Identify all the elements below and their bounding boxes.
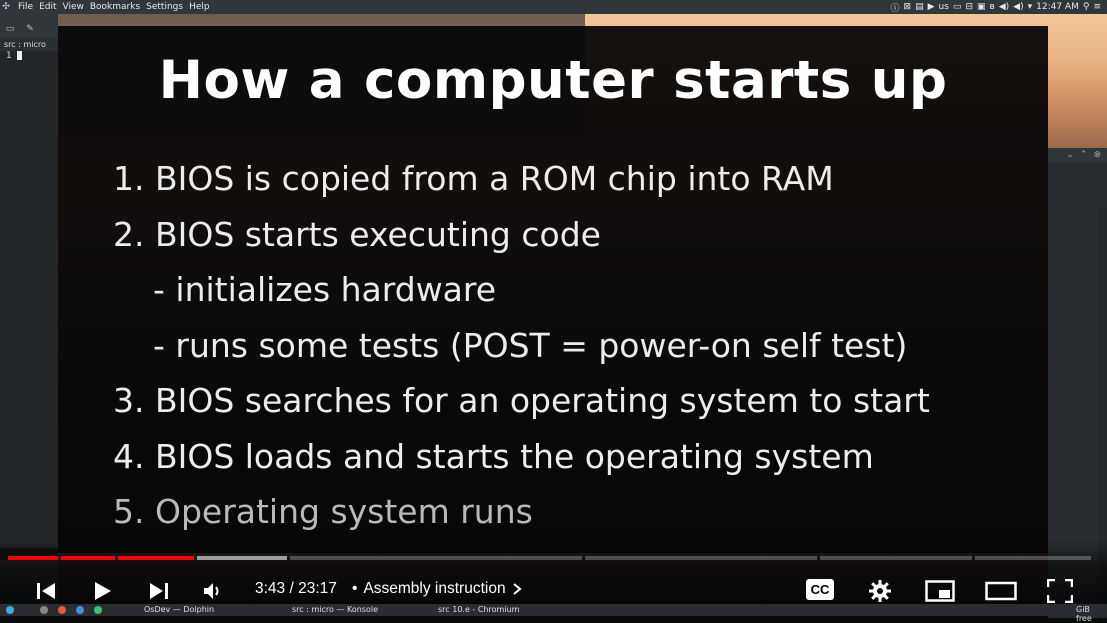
new-tab-icon[interactable]: ▭ xyxy=(0,24,20,38)
line-number: 1 xyxy=(6,51,12,61)
fullscreen-icon xyxy=(1047,579,1073,603)
progress-bar[interactable] xyxy=(8,556,1091,560)
menu-edit[interactable]: Edit xyxy=(39,2,56,12)
slide-subitem: - runs some tests (POST = power-on self … xyxy=(153,325,908,365)
time-separator: / xyxy=(289,580,294,597)
chevron-right-icon xyxy=(512,583,522,595)
settings-button[interactable] xyxy=(866,577,894,605)
gear-icon xyxy=(869,580,891,602)
slide-item: 4. BIOS loads and starts the operating s… xyxy=(113,436,874,476)
chapter-segment[interactable] xyxy=(585,556,817,560)
lock-icon[interactable]: ▣ xyxy=(977,2,986,12)
chapter-segment[interactable] xyxy=(61,556,115,560)
slide-item: 2. BIOS starts executing code xyxy=(113,214,601,254)
captions-button[interactable]: CC xyxy=(806,579,834,600)
chapter-bullet: • xyxy=(352,580,358,597)
chapter-segment[interactable] xyxy=(820,556,972,560)
chapter-segment[interactable] xyxy=(290,556,582,560)
volume-icon xyxy=(204,583,219,599)
taskbar: OsDev — Dolphin src : micro — Konsole sr… xyxy=(0,604,1107,623)
current-time: 3:43 xyxy=(255,580,286,597)
files-icon[interactable] xyxy=(76,606,84,614)
launcher-icon[interactable] xyxy=(6,606,14,614)
slide-item: 3. BIOS searches for an operating system… xyxy=(113,381,930,420)
task-konsole[interactable]: src : micro — Konsole xyxy=(292,605,378,614)
slide-title: How a computer starts up xyxy=(158,50,948,111)
skip-next-icon xyxy=(150,583,168,599)
slide-subitem: - initializes hardware xyxy=(153,270,497,309)
system-tray: ⓘ ⊠ ▤ ▶ us ▭ ⊟ ▣ ʙ ◀) ◀) ▾ 12:47 AM ⚲ ≡ xyxy=(891,0,1101,14)
display-icon[interactable]: ▭ xyxy=(953,2,962,12)
screenshot-icon[interactable]: ⊠ xyxy=(904,2,912,12)
window-titlebar: ⌄ ⌃ ⊗ xyxy=(1048,148,1107,162)
slide-item: 5. Operating system runs xyxy=(113,492,533,531)
theater-mode-button[interactable] xyxy=(985,577,1017,605)
close-icon[interactable]: ⊗ xyxy=(1093,150,1101,160)
terminal-tab-title[interactable]: src : micro xyxy=(0,38,58,51)
text-cursor xyxy=(16,51,22,60)
play-icon xyxy=(95,582,111,600)
info-icon[interactable]: ⓘ xyxy=(891,1,900,14)
video-slide[interactable]: How a computer starts up 1. BIOS is copi… xyxy=(58,26,1048,553)
menu-bookmarks[interactable]: Bookmarks xyxy=(90,2,140,12)
music-icon[interactable] xyxy=(94,606,102,614)
chapter-title: Assembly instruction xyxy=(363,580,506,597)
audio-output-icon[interactable]: ◀) xyxy=(1013,2,1023,12)
play-button[interactable] xyxy=(89,577,117,605)
menu-view[interactable]: View xyxy=(63,2,84,12)
menu-file[interactable]: File xyxy=(18,2,33,12)
terminal-window: ▭ ✎ src : micro 1 xyxy=(0,14,58,604)
volume-icon[interactable]: ◀) xyxy=(999,2,1009,12)
tray-expand-icon[interactable]: ▾ xyxy=(1028,2,1033,12)
media-play-icon[interactable]: ▶ xyxy=(928,2,935,12)
theater-mode-icon xyxy=(985,581,1017,601)
previous-button[interactable] xyxy=(33,577,59,605)
pin-icon[interactable]: ✎ xyxy=(20,24,40,38)
network-icon[interactable]: ⊟ xyxy=(965,2,973,12)
menu-icon[interactable]: ≡ xyxy=(1093,2,1101,12)
clipboard-icon[interactable]: ▤ xyxy=(915,2,924,12)
menu-settings[interactable]: Settings xyxy=(146,2,183,12)
app-icon[interactable] xyxy=(40,606,48,614)
task-chromium[interactable]: src 10.e - Chromium xyxy=(438,605,519,614)
chapter-segment[interactable] xyxy=(197,556,287,560)
duration: 23:17 xyxy=(298,580,337,597)
chevron-up-icon[interactable]: ⌃ xyxy=(1080,150,1088,160)
search-icon[interactable]: ⚲ xyxy=(1083,2,1090,12)
chapter-segment[interactable] xyxy=(8,556,58,560)
time-display: 3:43 / 23:17 xyxy=(255,580,337,598)
slide-item: 1. BIOS is copied from a ROM chip into R… xyxy=(113,159,834,198)
clock[interactable]: 12:47 AM xyxy=(1036,2,1079,12)
app-launcher-icon[interactable]: ✣ xyxy=(0,2,12,12)
browser-icon[interactable] xyxy=(58,606,66,614)
slide-list: 1. BIOS is copied from a ROM chip into R… xyxy=(113,151,1043,540)
editor-line[interactable]: 1 xyxy=(0,51,58,61)
menu-help[interactable]: Help xyxy=(189,2,210,12)
task-dolphin[interactable]: OsDev — Dolphin xyxy=(144,605,214,614)
terminal-tabbar: ▭ ✎ xyxy=(0,14,58,38)
chapter-button[interactable]: • Assembly instruction xyxy=(352,580,522,598)
miniplayer-button[interactable] xyxy=(925,577,955,605)
chapter-segment[interactable] xyxy=(118,556,194,560)
next-button[interactable] xyxy=(146,577,172,605)
fullscreen-button[interactable] xyxy=(1046,577,1074,605)
bluetooth-icon[interactable]: ʙ xyxy=(990,2,995,12)
keyboard-layout-label[interactable]: us xyxy=(939,2,949,12)
skip-previous-icon xyxy=(37,583,55,599)
disk-free-label: GiB free xyxy=(1076,605,1092,623)
volume-button[interactable] xyxy=(201,577,227,605)
system-menubar: ✣ File Edit View Bookmarks Settings Help… xyxy=(0,0,1107,14)
chapter-segment[interactable] xyxy=(975,556,1091,560)
chevron-down-icon[interactable]: ⌄ xyxy=(1066,150,1074,160)
miniplayer-icon xyxy=(925,580,955,602)
